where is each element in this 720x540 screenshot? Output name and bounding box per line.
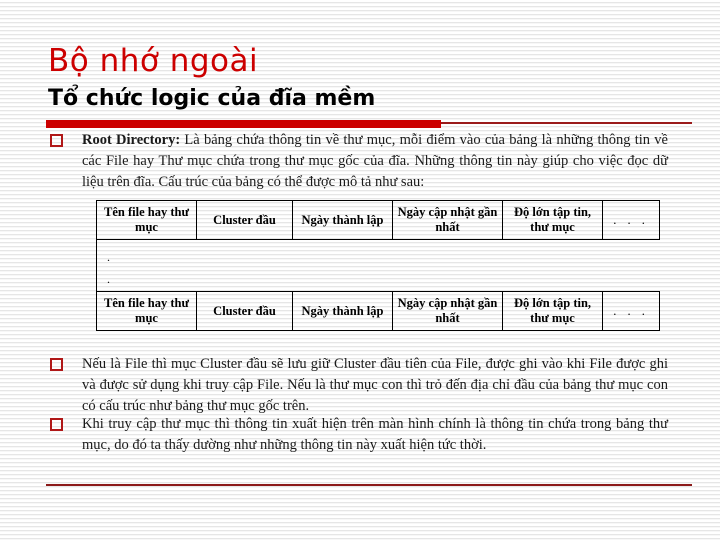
divider-top-thick xyxy=(46,120,441,128)
table-cell-name: Tên file hay thư mục xyxy=(96,200,197,240)
bullet-item-3: Khi truy cập thư mục thì thông tin xuất … xyxy=(46,414,668,456)
bullet-body-3: Khi truy cập thư mục thì thông tin xuất … xyxy=(82,416,668,453)
divider-bottom xyxy=(46,484,692,486)
page-title: Bộ nhớ ngoài xyxy=(48,43,259,79)
bullet-text-3: Khi truy cập thư mục thì thông tin xuất … xyxy=(82,414,668,456)
table-row-spacer: . . xyxy=(96,239,660,292)
vertical-dot-1: . xyxy=(107,250,110,264)
vertical-dot-2: . xyxy=(107,272,110,286)
table-cell-cluster-2: Cluster đầu xyxy=(196,291,293,331)
table-cell-spacer-c xyxy=(293,240,393,292)
divider-top xyxy=(46,120,692,128)
table-cell-size-2: Độ lớn tập tin, thư mục xyxy=(502,291,603,331)
table-cell-spacer-b xyxy=(197,240,293,292)
table-cell-created: Ngày thành lập xyxy=(292,200,393,240)
bullet-item-1: Root Directory: Là bảng chứa thông tin v… xyxy=(46,130,668,193)
bullet-text-1: Root Directory: Là bảng chứa thông tin v… xyxy=(82,130,668,193)
slide-canvas: Bộ nhớ ngoài Tổ chức logic của đĩa mềm R… xyxy=(0,0,720,540)
table-row-footer: Tên file hay thư mục Cluster đầu Ngày th… xyxy=(96,291,660,331)
table-row-header: Tên file hay thư mục Cluster đầu Ngày th… xyxy=(96,200,660,240)
bullet-text-2: Nếu là File thì mục Cluster đầu sẽ lưu g… xyxy=(82,354,668,417)
bullet-square-icon-2 xyxy=(46,354,82,371)
table-cell-more-2: . . . xyxy=(602,291,660,331)
table-cell-cluster: Cluster đầu xyxy=(196,200,293,240)
table-cell-spacer-e xyxy=(503,240,603,292)
bullet-item-2: Nếu là File thì mục Cluster đầu sẽ lưu g… xyxy=(46,354,668,417)
table-cell-created-2: Ngày thành lập xyxy=(292,291,393,331)
table-cell-spacer-d xyxy=(393,240,503,292)
bullet-lead-1: Root Directory: xyxy=(82,132,181,148)
table-cell-spacer-dots: . . xyxy=(96,239,197,292)
table-cell-name-2: Tên file hay thư mục xyxy=(96,291,197,331)
bullet-square-icon-3 xyxy=(46,414,82,431)
bullet-square-icon-1 xyxy=(46,130,82,147)
table-cell-modified-2: Ngày cập nhật gần nhất xyxy=(392,291,503,331)
divider-top-thin xyxy=(441,122,692,124)
directory-structure-table: Tên file hay thư mục Cluster đầu Ngày th… xyxy=(96,200,660,331)
page-subtitle: Tổ chức logic của đĩa mềm xyxy=(48,86,376,111)
bullet-body-2: Nếu là File thì mục Cluster đầu sẽ lưu g… xyxy=(82,356,668,414)
table-cell-spacer-f xyxy=(603,240,660,292)
table-cell-modified: Ngày cập nhật gần nhất xyxy=(392,200,503,240)
table-cell-more: . . . xyxy=(602,200,660,240)
table-cell-size: Độ lớn tập tin, thư mục xyxy=(502,200,603,240)
